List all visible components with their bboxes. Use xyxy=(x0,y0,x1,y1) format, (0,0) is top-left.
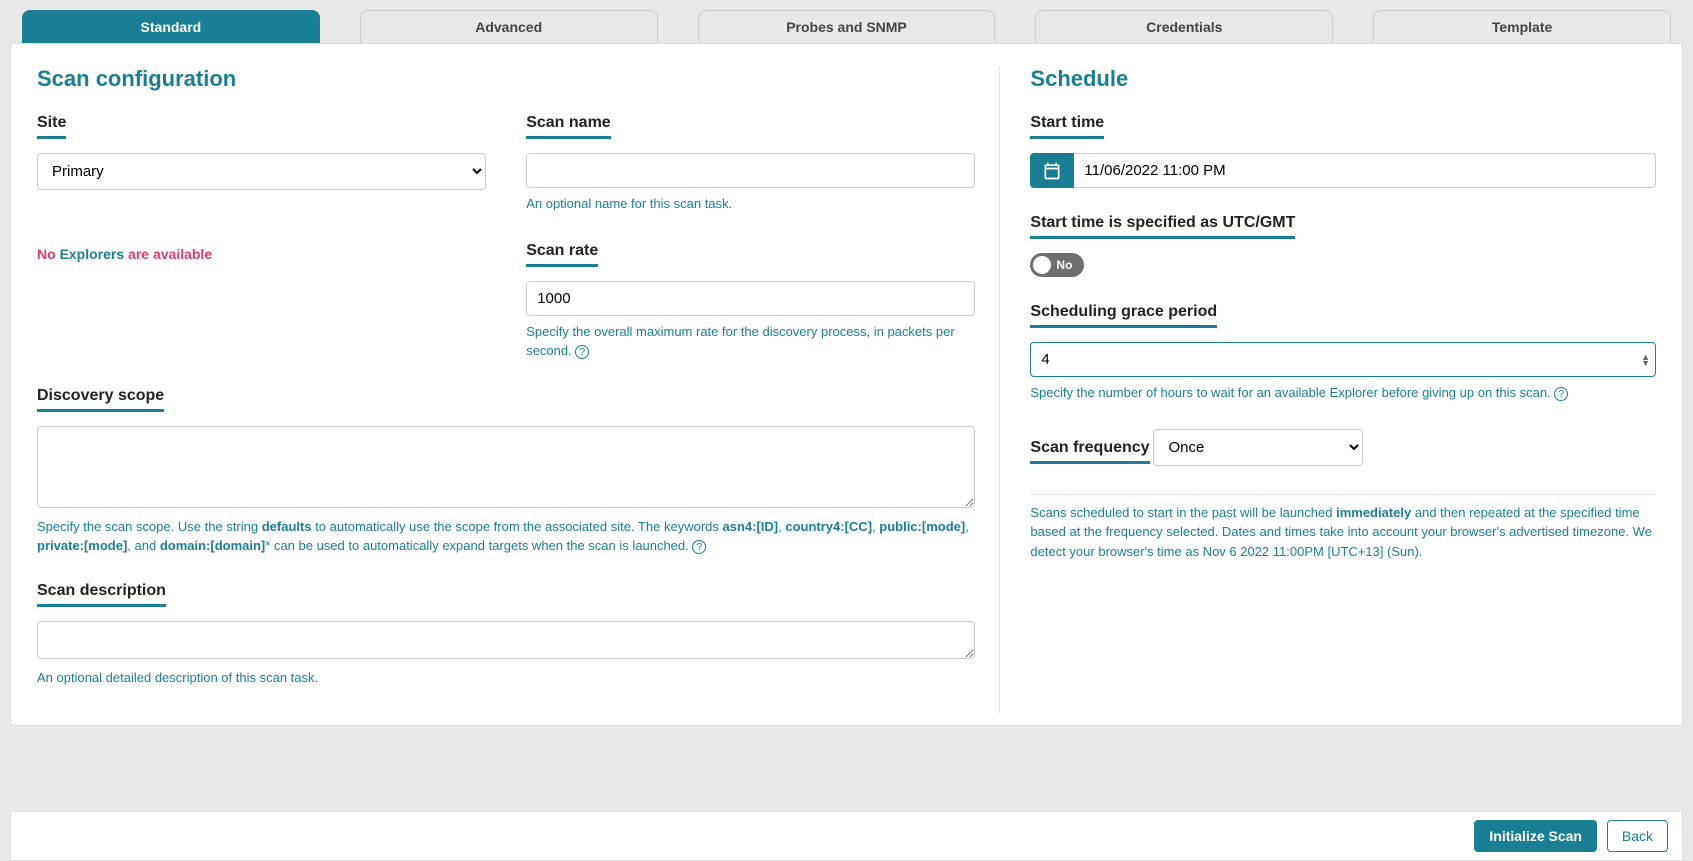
discovery-scope-label: Discovery scope xyxy=(37,387,164,412)
utc-field: Start time is specified as UTC/GMT No xyxy=(1030,214,1656,277)
toggle-knob xyxy=(1033,256,1051,274)
scan-frequency-label: Scan frequency xyxy=(1030,439,1149,464)
start-time-field: Start time xyxy=(1030,114,1656,188)
scan-frequency-field: Scan frequency Once Scans scheduled to s… xyxy=(1030,429,1656,562)
scan-rate-input[interactable] xyxy=(526,281,975,316)
scan-rate-label: Scan rate xyxy=(526,242,598,267)
scan-name-input[interactable] xyxy=(526,153,975,188)
grace-period-input[interactable] xyxy=(1030,342,1656,377)
scan-description-label: Scan description xyxy=(37,582,166,607)
tab-advanced[interactable]: Advanced xyxy=(360,10,658,43)
schedule-heading: Schedule xyxy=(1030,66,1656,92)
scan-name-help: An optional name for this scan task. xyxy=(526,194,975,214)
utc-label: Start time is specified as UTC/GMT xyxy=(1030,214,1295,239)
scan-description-input[interactable] xyxy=(37,621,975,659)
start-time-label: Start time xyxy=(1030,114,1104,139)
panel-standard: Scan configuration Site Primary No Explo… xyxy=(10,43,1683,726)
scan-frequency-help: Scans scheduled to start in the past wil… xyxy=(1030,503,1656,562)
explorers-warning: No Explorers are available xyxy=(37,246,486,262)
calendar-button[interactable] xyxy=(1030,153,1074,188)
scan-name-field: Scan name An optional name for this scan… xyxy=(526,114,975,361)
discovery-scope-help: Specify the scan scope. Use the string d… xyxy=(37,517,975,556)
scan-rate-help: Specify the overall maximum rate for the… xyxy=(526,322,975,361)
tab-probes-snmp[interactable]: Probes and SNMP xyxy=(698,10,996,43)
tab-standard[interactable]: Standard xyxy=(22,10,320,43)
discovery-scope-field: Discovery scope Specify the scan scope. … xyxy=(37,387,975,556)
scan-name-label: Scan name xyxy=(526,114,610,139)
chevron-down-icon: ▼ xyxy=(1641,360,1650,366)
help-icon[interactable]: ? xyxy=(1554,387,1568,401)
schedule-column: Schedule Start time Start time is specif… xyxy=(1030,66,1656,713)
help-icon[interactable]: ? xyxy=(575,345,589,359)
tab-bar: Standard Advanced Probes and SNMP Creden… xyxy=(10,10,1683,43)
toggle-text: No xyxy=(1056,258,1072,272)
back-button[interactable]: Back xyxy=(1607,820,1668,852)
initialize-scan-button[interactable]: Initialize Scan xyxy=(1474,820,1597,852)
site-label: Site xyxy=(37,114,66,139)
scan-config-column: Scan configuration Site Primary No Explo… xyxy=(37,66,1000,713)
grace-period-field: Scheduling grace period ▲ ▼ Specify the … xyxy=(1030,303,1656,403)
grace-period-label: Scheduling grace period xyxy=(1030,303,1217,328)
scan-description-help: An optional detailed description of this… xyxy=(37,668,975,688)
start-time-input[interactable] xyxy=(1074,153,1656,188)
site-field: Site Primary No Explorers are available xyxy=(37,114,486,361)
scan-frequency-select[interactable]: Once xyxy=(1153,429,1363,466)
discovery-scope-input[interactable] xyxy=(37,426,975,508)
explorers-link[interactable]: Explorers xyxy=(60,246,125,262)
scan-description-field: Scan description An optional detailed de… xyxy=(37,582,975,688)
scan-config-heading: Scan configuration xyxy=(37,66,975,92)
footer-actions: Initialize Scan Back xyxy=(10,811,1683,861)
grace-period-stepper[interactable]: ▲ ▼ xyxy=(1641,354,1650,366)
grace-period-help: Specify the number of hours to wait for … xyxy=(1030,383,1656,403)
utc-toggle[interactable]: No xyxy=(1030,253,1084,277)
tab-credentials[interactable]: Credentials xyxy=(1035,10,1333,43)
site-select[interactable]: Primary xyxy=(37,153,486,190)
calendar-icon xyxy=(1042,161,1062,181)
tab-template[interactable]: Template xyxy=(1373,10,1671,43)
help-icon[interactable]: ? xyxy=(692,540,706,554)
